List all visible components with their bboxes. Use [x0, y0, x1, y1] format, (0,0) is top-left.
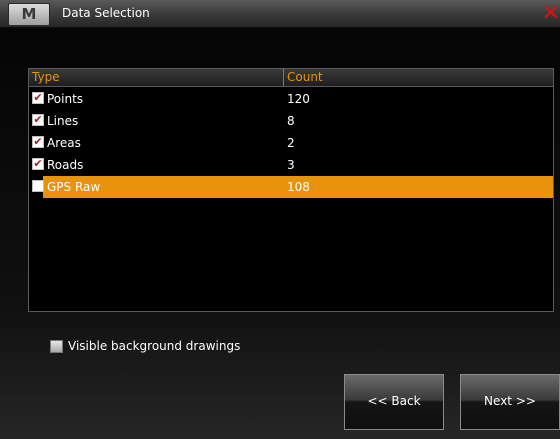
row-type: Lines — [47, 114, 79, 128]
data-type-table: Type Count ✔ Points 120 ✔ Lines 8 ✔ Areas 2 ✔ Road… — [28, 68, 554, 312]
checkbox-checked[interactable]: ✔ — [32, 92, 44, 104]
checkbox-checked[interactable]: ✔ — [32, 136, 44, 148]
row-count: 8 — [287, 114, 295, 128]
row-count: 108 — [287, 180, 310, 194]
checkbox-unchecked[interactable] — [32, 180, 44, 192]
table-row[interactable]: ✔ Roads 3 — [29, 154, 553, 176]
background-drawings-checkbox[interactable] — [50, 340, 63, 353]
column-header-type[interactable]: Type — [29, 69, 282, 86]
title-bar: M Data Selection ✕ — [0, 0, 560, 28]
checkbox-checked[interactable]: ✔ — [32, 114, 44, 126]
row-type: GPS Raw — [47, 180, 101, 194]
table-row[interactable]: ✔ Areas 2 — [29, 132, 553, 154]
back-button[interactable]: << Back — [344, 374, 444, 430]
window-title: Data Selection — [62, 6, 150, 20]
background-drawings-label[interactable]: Visible background drawings — [68, 338, 240, 354]
close-icon[interactable]: ✕ — [540, 1, 560, 26]
table-row[interactable]: ✔ Points 120 — [29, 88, 553, 110]
row-type: Roads — [47, 158, 84, 172]
column-header-count[interactable]: Count — [283, 69, 553, 86]
next-button[interactable]: Next >> — [460, 374, 560, 430]
row-count: 2 — [287, 136, 295, 150]
row-count: 3 — [287, 158, 295, 172]
checkbox-checked[interactable]: ✔ — [32, 158, 44, 170]
table-row[interactable]: GPS Raw 108 — [32, 176, 553, 198]
row-type: Areas — [47, 136, 81, 150]
table-row[interactable]: ✔ Lines 8 — [29, 110, 553, 132]
table-header: Type Count — [29, 69, 553, 87]
row-type: Points — [47, 92, 84, 106]
row-count: 120 — [287, 92, 310, 106]
app-logo[interactable]: M — [8, 3, 50, 26]
